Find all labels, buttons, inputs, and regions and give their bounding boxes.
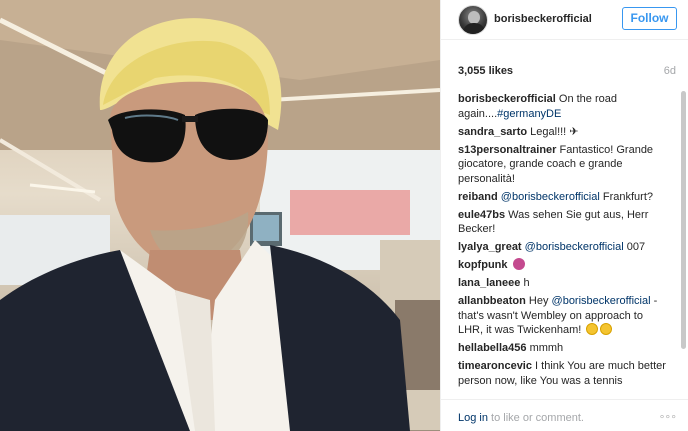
comment-user[interactable]: sandra_sarto xyxy=(458,126,527,138)
scrollbar-thumb[interactable] xyxy=(681,91,686,349)
comments-list: borisbeckerofficial On the road again...… xyxy=(458,92,670,392)
username[interactable]: borisbeckerofficial xyxy=(494,13,592,25)
post-footer: Log in to like or comment. °°° xyxy=(441,399,688,431)
avatar-body xyxy=(463,23,485,34)
mention-link[interactable]: @borisbeckerofficial xyxy=(525,241,624,253)
laughing-emoji-icon xyxy=(600,323,613,335)
comment-user[interactable]: reiband xyxy=(458,191,498,203)
comment-item: timearoncevic I think You are much bette… xyxy=(458,359,670,388)
login-prompt: Log in to like or comment. xyxy=(458,412,584,424)
side-panel: borisbeckerofficial Follow 3,055 likes 6… xyxy=(440,0,688,431)
login-rest-text: to like or comment. xyxy=(487,412,584,424)
comment-item: eule47bs Was sehen Sie gut aus, Herr Bec… xyxy=(458,208,670,237)
follow-button[interactable]: Follow xyxy=(622,7,677,30)
comment-item: reiband @borisbeckerofficial Frankfurt? xyxy=(458,190,670,205)
likes-count[interactable]: 3,055 likes xyxy=(458,65,513,77)
comment-item: borisbeckerofficial On the road again...… xyxy=(458,92,670,121)
comment-item: s13personaltrainer Fantastico! Grande gi… xyxy=(458,143,670,187)
comment-user[interactable]: allanbbeaton xyxy=(458,295,526,307)
comment-text: mmmh xyxy=(529,342,564,354)
photo-scene xyxy=(0,0,440,431)
comment-item: lana_laneee h xyxy=(458,276,670,291)
comment-user[interactable]: lyalya_great xyxy=(458,241,522,253)
post-header: borisbeckerofficial Follow xyxy=(441,0,688,40)
post-age: 6d xyxy=(663,65,676,77)
more-options-icon[interactable]: °°° xyxy=(660,412,677,426)
comments-scrollbar[interactable] xyxy=(681,88,686,394)
hashtag-link[interactable]: #germanyDE xyxy=(497,108,561,120)
login-link[interactable]: Log in xyxy=(458,412,488,424)
comment-text: h xyxy=(523,277,530,289)
comment-text: 007 xyxy=(623,241,646,253)
comment-user[interactable]: s13personaltrainer xyxy=(458,144,556,156)
avatar[interactable] xyxy=(458,5,488,35)
comment-item: allanbbeaton Hey @borisbeckerofficial - … xyxy=(458,294,670,338)
comment-user[interactable]: eule47bs xyxy=(458,209,505,221)
comment-user[interactable]: borisbeckerofficial xyxy=(458,93,556,105)
comment-text: Hey xyxy=(528,295,552,307)
comment-item: kopfpunk xyxy=(458,258,670,273)
comment-user[interactable]: hellabella456 xyxy=(458,342,527,354)
devil-emoji-icon xyxy=(512,258,525,270)
post-photo[interactable] xyxy=(0,0,440,431)
comment-text: Legal!!! ✈ xyxy=(530,125,579,138)
comment-user[interactable]: kopfpunk xyxy=(458,259,508,271)
comment-user[interactable]: lana_laneee xyxy=(458,277,520,289)
comment-item: hellabella456 mmmh xyxy=(458,341,670,356)
comment-item: sandra_sarto Legal!!! ✈ xyxy=(458,125,670,140)
mention-link[interactable]: @borisbeckerofficial xyxy=(501,191,600,203)
comment-text: Frankfurt? xyxy=(599,190,653,203)
comment-item: lyalya_great @borisbeckerofficial 007 xyxy=(458,240,670,255)
comment-user[interactable]: timearoncevic xyxy=(458,360,532,372)
smile-emoji-icon xyxy=(586,323,599,335)
mention-link[interactable]: @borisbeckerofficial xyxy=(552,295,651,307)
